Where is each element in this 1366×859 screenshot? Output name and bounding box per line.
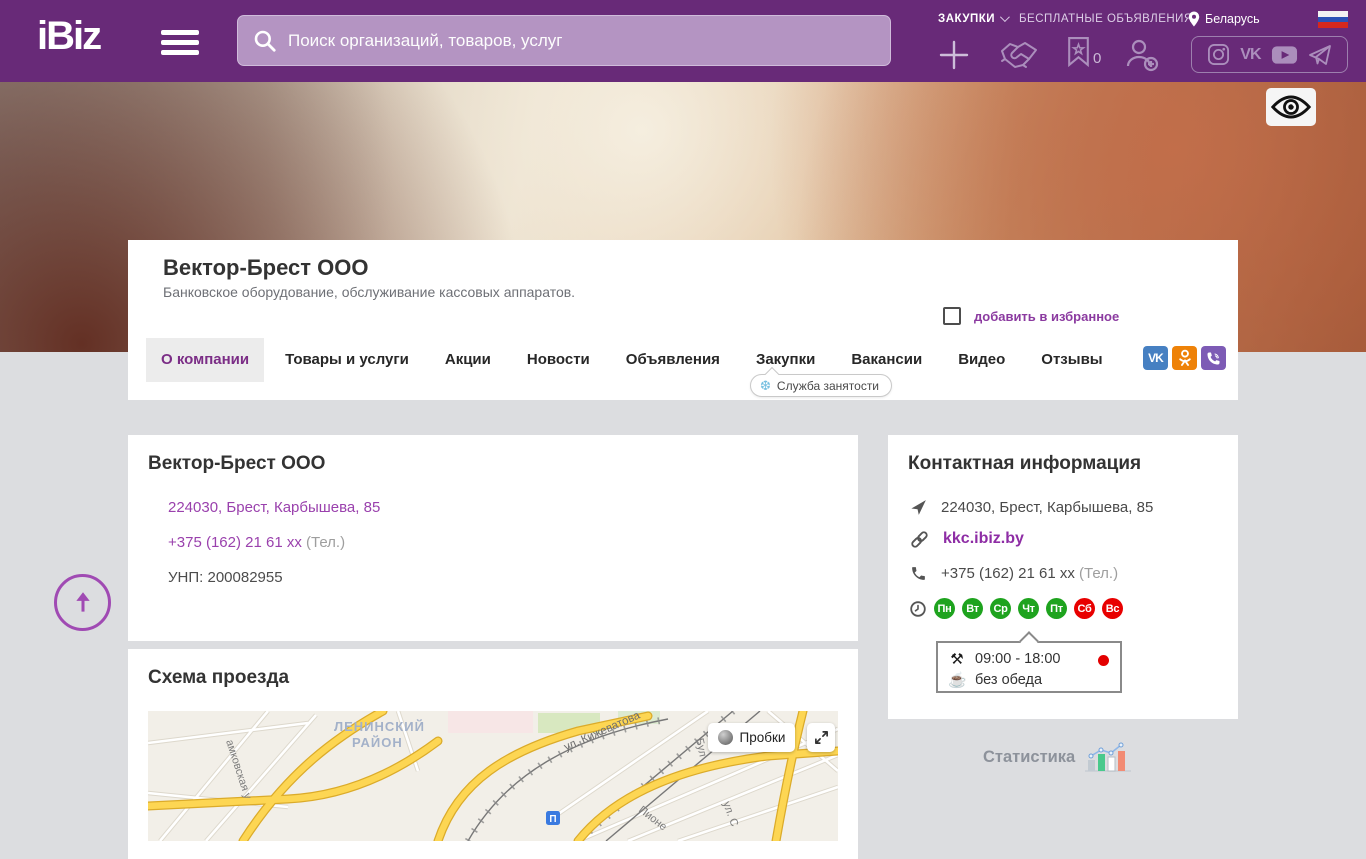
tab-video[interactable]: Видео <box>943 338 1020 382</box>
contact-address: 224030, Брест, Карбышева, 85 <box>941 499 1154 516</box>
instagram-icon[interactable] <box>1207 43 1230 66</box>
work-tools-icon: ⚒ <box>950 650 964 668</box>
company-unp: УНП: 200082955 <box>168 569 283 586</box>
menu-zakupki[interactable]: ЗАКУПКИ <box>938 12 1010 25</box>
city-map[interactable]: ЛЕНИНСКИЙ РАЙОН ул. Кижеватова амковская… <box>148 711 838 841</box>
about-title: Вектор-Брест ООО <box>148 453 326 474</box>
lunch-note: без обеда <box>975 671 1043 688</box>
bookmarks-count: 0 <box>1093 50 1102 67</box>
chevron-down-icon <box>999 12 1010 23</box>
lunch-cup-icon: ☕ <box>948 671 967 689</box>
clock-icon <box>910 601 926 617</box>
accessibility-eye-button[interactable] <box>1266 88 1316 126</box>
vk-icon[interactable]: VK <box>1240 46 1261 64</box>
snowflake-icon: ❆ <box>760 377 771 393</box>
contact-phone-note: (Тел.) <box>1079 565 1119 582</box>
map-district-label-2: РАЙОН <box>352 735 403 750</box>
menu-free-ads[interactable]: БЕСПЛАТНЫЕ ОБЪЯВЛЕНИЯ <box>1019 13 1193 25</box>
company-header-card: Вектор-Брест ООО Банковское оборудование… <box>128 240 1238 400</box>
map-title: Схема проезда <box>148 667 290 688</box>
contact-info-card: Контактная информация 224030, Брест, Кар… <box>888 435 1238 719</box>
company-website-link[interactable]: kkc.ibiz.by <box>943 530 1024 548</box>
viber-button[interactable] <box>1201 346 1226 370</box>
phone-note: (Тел.) <box>306 534 346 551</box>
tab-reviews[interactable]: Отзывы <box>1026 338 1117 382</box>
ibiz-logo[interactable]: iBiz <box>37 14 102 59</box>
day-fri[interactable]: Пт <box>1046 598 1067 619</box>
header-social-links: VK <box>1191 36 1348 73</box>
add-plus-icon[interactable] <box>939 40 969 70</box>
working-days: Пн Вт Ср Чт Пт Сб Вс <box>934 598 1123 619</box>
telegram-icon[interactable] <box>1308 44 1332 66</box>
add-user-icon[interactable] <box>1124 38 1160 72</box>
phone-icon <box>910 565 927 582</box>
employment-service-badge: ❆ Служба занятости <box>750 366 893 397</box>
map-fullscreen-button[interactable] <box>807 723 835 752</box>
ok-share-button[interactable] <box>1172 346 1197 370</box>
vk-share-button[interactable]: VK <box>1143 346 1168 370</box>
navigation-arrow-icon <box>910 499 927 516</box>
working-hours: 09:00 - 18:00 <box>975 650 1061 667</box>
top-header: iBiz ЗАКУПКИ БЕСПЛАТНЫЕ ОБЪЯВЛЕНИЯ Белар… <box>0 0 1366 82</box>
youtube-icon[interactable] <box>1271 44 1298 66</box>
hamburger-menu-icon[interactable] <box>161 30 199 55</box>
day-sun[interactable]: Вс <box>1102 598 1123 619</box>
tab-about[interactable]: О компании <box>146 338 265 382</box>
search-bar <box>237 15 891 66</box>
contact-phone[interactable]: +375 (162) 21 61 xx <box>941 565 1075 582</box>
day-mon[interactable]: Пн <box>934 598 955 619</box>
tab-promotions[interactable]: Акции <box>430 338 506 382</box>
statistics-label: Статистика <box>983 747 1076 766</box>
tab-ads[interactable]: Объявления <box>611 338 735 382</box>
map-card: Схема проезда ЛЕНИНСКИЙ РАЙОН ул. Кижева… <box>128 649 858 859</box>
search-icon <box>252 28 278 54</box>
link-icon <box>910 530 929 549</box>
traffic-indicator-icon <box>717 730 733 745</box>
company-tabs: О компании Товары и услуги Акции Новости… <box>146 338 1124 382</box>
handshake-partners-icon[interactable] <box>999 38 1039 70</box>
day-wed[interactable]: Ср <box>990 598 1011 619</box>
contact-title: Контактная информация <box>908 453 1142 474</box>
tab-products[interactable]: Товары и услуги <box>270 338 424 382</box>
tab-news[interactable]: Новости <box>512 338 605 382</box>
day-tue[interactable]: Вт <box>962 598 983 619</box>
bookmarks-icon[interactable] <box>1066 36 1091 67</box>
favorites-label: добавить в избранное <box>974 308 1120 324</box>
map-district-label-1: ЛЕНИНСКИЙ <box>334 719 425 734</box>
day-sat[interactable]: Сб <box>1074 598 1095 619</box>
company-social-buttons: VK <box>1143 346 1226 370</box>
about-card: Вектор-Брест ООО 224030, Брест, Карбышев… <box>128 435 858 641</box>
traffic-toggle-button[interactable]: Пробки <box>708 723 795 752</box>
company-name: Вектор-Брест ООО <box>163 255 369 280</box>
closed-now-indicator <box>1098 655 1109 666</box>
scroll-to-top-button[interactable] <box>54 574 111 631</box>
add-to-favorites[interactable]: добавить в избранное <box>943 307 1119 325</box>
search-input[interactable] <box>288 30 848 51</box>
day-thu[interactable]: Чт <box>1018 598 1039 619</box>
about-address-link[interactable]: 224030, Брест, Карбышева, 85 <box>168 499 380 516</box>
map-parking-badge: П <box>546 811 560 825</box>
favorites-checkbox[interactable] <box>943 307 961 325</box>
svg-text:П: П <box>549 814 556 825</box>
country-selector[interactable]: Беларусь <box>1188 11 1260 27</box>
about-phone-link[interactable]: +375 (162) 21 61 xx <box>168 534 302 551</box>
language-flag-ru[interactable] <box>1318 11 1348 28</box>
location-pin-icon <box>1188 11 1200 27</box>
company-description: Банковское оборудование, обслуживание ка… <box>163 284 576 300</box>
